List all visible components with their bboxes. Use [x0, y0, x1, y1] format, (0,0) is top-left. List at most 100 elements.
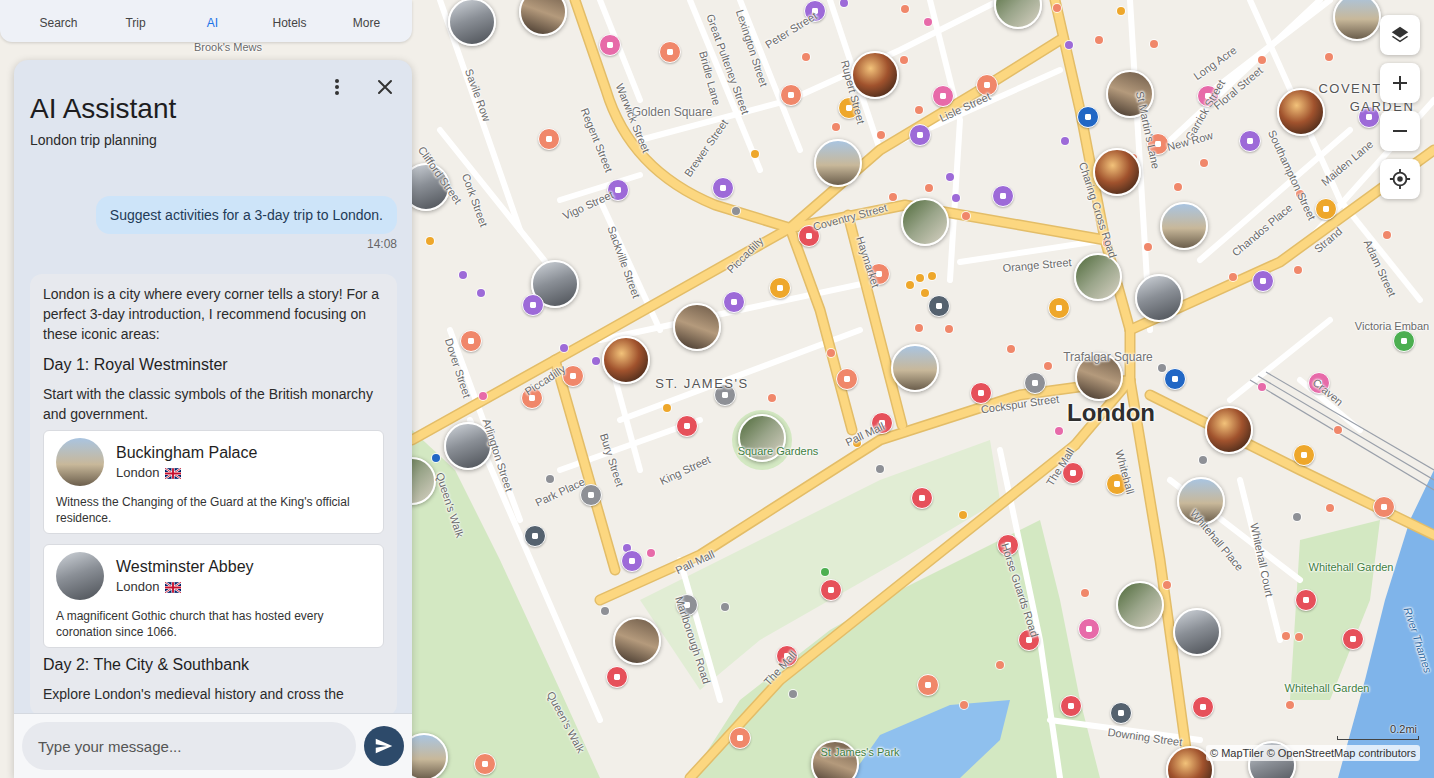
poi-marker[interactable]: [780, 84, 802, 106]
poi-marker[interactable]: [997, 534, 1019, 556]
poi-marker[interactable]: [1062, 462, 1084, 484]
photo-marker[interactable]: [851, 51, 899, 99]
photo-marker[interactable]: [1277, 88, 1325, 136]
poi-marker[interactable]: [932, 85, 954, 107]
poi-marker[interactable]: [1293, 444, 1315, 466]
photo-marker[interactable]: [444, 422, 492, 470]
poi-marker[interactable]: [522, 294, 544, 316]
photo-marker[interactable]: [602, 336, 650, 384]
poi-dot[interactable]: [921, 289, 929, 297]
poi-dot[interactable]: [1258, 383, 1266, 391]
poi-marker[interactable]: [1110, 702, 1132, 724]
photo-marker[interactable]: [1106, 70, 1154, 118]
poi-dot[interactable]: [1095, 36, 1103, 44]
poi-marker[interactable]: [538, 128, 560, 150]
photo-marker[interactable]: [613, 617, 661, 665]
photo-marker[interactable]: [891, 344, 939, 392]
poi-marker[interactable]: [1024, 372, 1046, 394]
photo-marker[interactable]: [1135, 274, 1183, 322]
poi-dot[interactable]: [928, 272, 936, 280]
poi-marker[interactable]: [1197, 85, 1219, 107]
poi-marker[interactable]: [659, 41, 681, 63]
poi-dot[interactable]: [426, 237, 434, 245]
poi-marker[interactable]: [676, 594, 698, 616]
poi-dot[interactable]: [802, 53, 810, 61]
poi-dot[interactable]: [1065, 41, 1073, 49]
nav-tab[interactable]: Trip: [97, 0, 174, 42]
poi-marker[interactable]: [1315, 198, 1337, 220]
poi-marker[interactable]: [524, 525, 546, 547]
poi-dot[interactable]: [832, 123, 840, 131]
poi-dot[interactable]: [560, 344, 568, 352]
poi-dot[interactable]: [900, 56, 908, 64]
poi-marker[interactable]: [820, 579, 842, 601]
poi-marker[interactable]: [607, 179, 629, 201]
poi-marker[interactable]: [712, 177, 734, 199]
poi-dot[interactable]: [732, 207, 740, 215]
photo-marker[interactable]: [1074, 253, 1122, 301]
poi-marker[interactable]: [1342, 628, 1364, 650]
poi-dot[interactable]: [1103, 239, 1111, 247]
poi-dot[interactable]: [959, 511, 967, 519]
poi-dot[interactable]: [592, 357, 600, 365]
poi-dot[interactable]: [1296, 190, 1304, 198]
poi-marker[interactable]: [1048, 297, 1070, 319]
photo-marker[interactable]: [1160, 202, 1208, 250]
photo-marker[interactable]: [1075, 353, 1123, 401]
poi-dot[interactable]: [459, 271, 467, 279]
poi-dot[interactable]: [946, 173, 954, 181]
poi-dot[interactable]: [1199, 456, 1207, 464]
poi-dot[interactable]: [1044, 362, 1052, 370]
poi-dot[interactable]: [877, 131, 885, 139]
poi-dot[interactable]: [1286, 701, 1294, 709]
poi-marker[interactable]: [621, 550, 643, 572]
poi-marker[interactable]: [917, 674, 939, 696]
poi-dot[interactable]: [1061, 137, 1069, 145]
send-button[interactable]: [364, 726, 404, 766]
map-attribution[interactable]: © MapTiler © OpenStreetMap contributors: [1206, 745, 1420, 761]
poi-marker[interactable]: [1164, 368, 1186, 390]
poi-dot[interactable]: [1229, 273, 1237, 281]
photo-marker[interactable]: [814, 139, 862, 187]
poi-dot[interactable]: [1081, 589, 1089, 597]
poi-dot[interactable]: [1258, 56, 1266, 64]
poi-dot[interactable]: [601, 607, 609, 615]
poi-dot[interactable]: [1325, 53, 1333, 61]
poi-dot[interactable]: [960, 701, 968, 709]
photo-marker[interactable]: [448, 0, 496, 46]
poi-dot[interactable]: [945, 325, 953, 333]
poi-marker[interactable]: [580, 484, 602, 506]
poi-marker[interactable]: [838, 97, 860, 119]
poi-marker[interactable]: [1252, 270, 1274, 292]
poi-dot[interactable]: [1174, 183, 1182, 191]
poi-marker[interactable]: [769, 277, 791, 299]
poi-marker[interactable]: [1078, 618, 1100, 640]
zoom-in-button[interactable]: [1380, 63, 1420, 103]
photo-marker[interactable]: [1173, 608, 1221, 656]
poi-dot[interactable]: [915, 324, 923, 332]
poi-dot[interactable]: [477, 289, 485, 297]
poi-dot[interactable]: [925, 184, 933, 192]
message-input[interactable]: Type your message...: [22, 722, 356, 770]
place-card[interactable]: Buckingham PalaceLondonWitness the Chang…: [43, 430, 384, 534]
menu-button[interactable]: [321, 71, 353, 103]
poi-dot[interactable]: [916, 274, 924, 282]
poi-dot[interactable]: [1326, 504, 1334, 512]
poi-marker[interactable]: [676, 415, 698, 437]
poi-marker[interactable]: [776, 645, 798, 667]
poi-dot[interactable]: [1007, 345, 1015, 353]
photo-marker[interactable]: [901, 198, 949, 246]
poi-marker[interactable]: [911, 487, 933, 509]
poi-marker[interactable]: [562, 365, 584, 387]
poi-marker[interactable]: [992, 185, 1014, 207]
poi-dot[interactable]: [663, 404, 671, 412]
photo-marker[interactable]: [738, 414, 786, 462]
poi-dot[interactable]: [915, 106, 923, 114]
poi-marker[interactable]: [928, 295, 950, 317]
poi-dot[interactable]: [1144, 243, 1152, 251]
poi-marker[interactable]: [1393, 330, 1415, 352]
poi-dot[interactable]: [901, 5, 909, 13]
poi-dot[interactable]: [889, 193, 897, 201]
poi-dot[interactable]: [1282, 632, 1290, 640]
poi-marker[interactable]: [1358, 106, 1380, 128]
